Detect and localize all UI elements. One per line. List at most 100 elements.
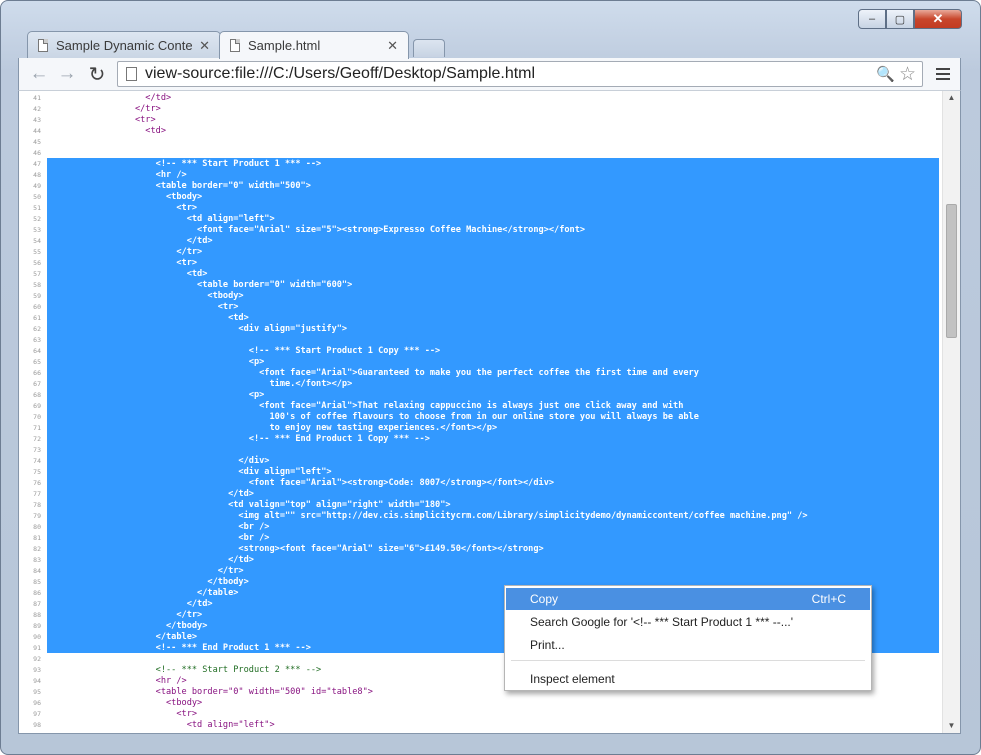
source-line: 52 <td align="left"> [19, 214, 940, 225]
line-number: 41 [33, 94, 41, 102]
source-line: 54 </td> [19, 236, 940, 247]
menu-item-label: Print... [530, 638, 565, 652]
source-line: 42 </tr> [19, 104, 940, 115]
line-text: </td> [47, 599, 213, 609]
line-text: </td> [47, 93, 172, 103]
line-number: 57 [33, 270, 41, 278]
source-line: 60 <tr> [19, 302, 940, 313]
vertical-scrollbar[interactable]: ▲ ▼ [942, 91, 960, 733]
source-line: 78 <td valign="top" align="right" width=… [19, 500, 940, 511]
close-window-button[interactable]: ✕ [914, 9, 962, 29]
line-text: <table border="0" width="500"> [47, 181, 311, 191]
page-icon [38, 39, 48, 52]
line-text: <tbody> [47, 698, 203, 708]
line-number: 86 [33, 589, 41, 597]
source-line: 75 <div align="left"> [19, 467, 940, 478]
context-menu-inspect-element[interactable]: Inspect element [506, 668, 870, 690]
line-number: 56 [33, 259, 41, 267]
line-text: </table> [47, 588, 239, 598]
line-number: 67 [33, 380, 41, 388]
line-text: </tbody> [47, 577, 249, 587]
scrollbar-thumb[interactable] [946, 204, 957, 338]
page-icon [126, 67, 137, 81]
line-text: <!-- *** End Product 1 Copy *** --> [47, 434, 430, 444]
zoom-icon[interactable]: 🔍 [876, 65, 895, 83]
context-menu-print[interactable]: Print... [506, 634, 870, 656]
source-line: 98 <td align="left"> [19, 720, 940, 731]
back-button[interactable]: ← [27, 62, 51, 86]
forward-button[interactable]: → [55, 62, 79, 86]
line-number: 75 [33, 468, 41, 476]
line-number: 44 [33, 127, 41, 135]
line-number: 90 [33, 633, 41, 641]
minimize-button[interactable]: – [858, 9, 886, 29]
tab-close-icon[interactable]: ✕ [199, 38, 210, 54]
line-number: 59 [33, 292, 41, 300]
line-text: </td> [47, 489, 254, 499]
source-line: 72 <!-- *** End Product 1 Copy *** --> [19, 434, 940, 445]
source-line: 58 <table border="0" width="600"> [19, 280, 940, 291]
reload-button[interactable]: ↻ [85, 62, 109, 86]
line-number: 45 [33, 138, 41, 146]
line-number: 69 [33, 402, 41, 410]
line-text: <tr> [47, 302, 239, 312]
line-number: 66 [33, 369, 41, 377]
browser-window: – ▢ ✕ Sample Dynamic Content ✕ Sample.ht… [0, 0, 981, 755]
line-number: 65 [33, 358, 41, 366]
line-number: 95 [33, 688, 41, 696]
line-text: <tr> [47, 203, 198, 213]
line-text: <td align="left"> [47, 720, 275, 730]
line-number: 85 [33, 578, 41, 586]
source-line: 53 <font face="Arial" size="5"><strong>E… [19, 225, 940, 236]
line-number: 43 [33, 116, 41, 124]
line-number: 63 [33, 336, 41, 344]
new-tab-button[interactable] [413, 39, 445, 57]
line-text: <font face="Arial">Guaranteed to make yo… [47, 368, 699, 378]
source-line: 51 <tr> [19, 203, 940, 214]
context-menu-search-google[interactable]: Search Google for '<!-- *** Start Produc… [506, 611, 870, 633]
line-text: <tr> [47, 115, 156, 125]
source-line: 59 <tbody> [19, 291, 940, 302]
source-line: 96 <tbody> [19, 698, 940, 709]
line-text: </td> [47, 236, 213, 246]
line-number: 78 [33, 501, 41, 509]
context-menu-copy[interactable]: Copy Ctrl+C [506, 588, 870, 610]
source-line: 63 [19, 335, 940, 346]
line-text: <br /> [47, 522, 270, 532]
source-line: 84 </tr> [19, 566, 940, 577]
toolbar: ← → ↻ 🔍 ☆ [18, 58, 961, 90]
scroll-down-arrow-icon[interactable]: ▼ [943, 719, 960, 733]
line-number: 51 [33, 204, 41, 212]
line-text: <table border="0" width="600"> [47, 280, 353, 290]
tab-sample-html[interactable]: Sample.html ✕ [219, 31, 409, 59]
line-text: <font face="Arial"><strong>Code: 8007</s… [47, 478, 555, 488]
menu-item-label: Inspect element [530, 672, 615, 686]
page-icon [230, 39, 240, 52]
source-line: 48 <hr /> [19, 170, 940, 181]
scroll-up-arrow-icon[interactable]: ▲ [943, 91, 960, 105]
line-text: </tr> [47, 610, 203, 620]
url-input[interactable] [145, 65, 877, 83]
bookmark-star-icon[interactable]: ☆ [899, 63, 916, 86]
line-number: 46 [33, 149, 41, 157]
line-number: 89 [33, 622, 41, 630]
source-line: 73 [19, 445, 940, 456]
source-line: 97 <tr> [19, 709, 940, 720]
source-line: 76 <font face="Arial"><strong>Code: 8007… [19, 478, 940, 489]
source-line: 61 <td> [19, 313, 940, 324]
source-line: 57 <td> [19, 269, 940, 280]
tab-close-icon[interactable]: ✕ [387, 38, 398, 54]
maximize-button[interactable]: ▢ [886, 9, 914, 29]
line-text: <hr /> [47, 170, 187, 180]
omnibox[interactable]: 🔍 ☆ [117, 61, 923, 87]
line-text: <td align="left"> [47, 214, 275, 224]
line-text: <td> [47, 126, 166, 136]
chrome-menu-button[interactable] [932, 63, 954, 85]
line-text: <font face="Arial">That relaxing cappucc… [47, 401, 684, 411]
line-text: </table> [47, 632, 198, 642]
tab-sample-dynamic-content[interactable]: Sample Dynamic Content ✕ [27, 31, 221, 59]
line-text: </tr> [47, 247, 203, 257]
tab-strip: Sample Dynamic Content ✕ Sample.html ✕ [23, 29, 963, 59]
source-line: 50 <tbody> [19, 192, 940, 203]
line-number: 72 [33, 435, 41, 443]
